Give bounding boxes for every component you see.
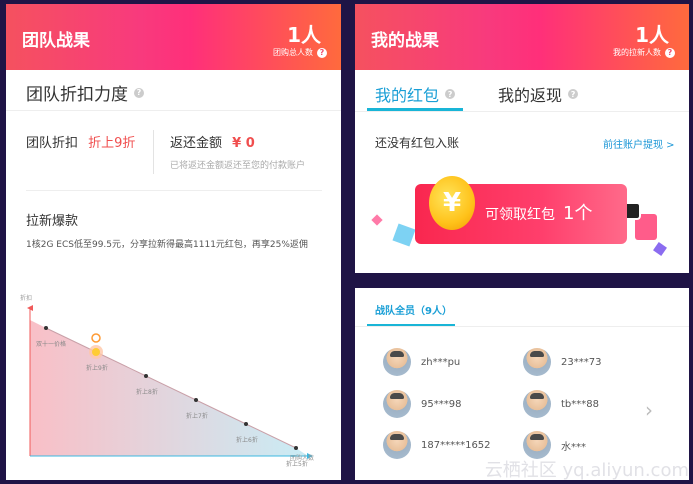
avatar [523,390,551,418]
data-label: 折上8折 [136,388,158,396]
my-count-label: 我的拉新人数 [613,48,661,57]
my-result-header: 我的战果 1人 我的拉新人数 ? [355,4,689,70]
member-name: 23***73 [561,356,602,368]
user-marker-icon [91,333,101,343]
divider [26,190,322,191]
team-result-title: 团队战果 [22,31,90,51]
divider [6,110,341,111]
vertical-divider [153,130,154,174]
data-label: 折上7折 [186,412,208,420]
avatar [383,348,411,376]
team-result-header: 团队战果 1人 团购总人数 ? [6,4,341,70]
y-axis-label: 折扣 [20,294,32,302]
current-point [92,348,100,356]
data-point [294,446,298,450]
coin-icon: ¥ [429,176,475,230]
refund-row: 返还金额 ¥ 0 [170,132,255,151]
team-count-label-row: 团购总人数 ? [273,47,327,58]
team-discount-row: 团队折扣 折上9折 [26,132,135,151]
confetti-shape [653,242,667,256]
data-point [144,374,148,378]
refund-label: 返还金额 [170,136,223,151]
avatar [523,348,551,376]
discount-chart: 折扣 团购人数 双十一价格 折上9折 折上8折 折上7折 折上6折 折上5折 [6,272,341,480]
team-count-label: 团购总人数 [273,48,313,57]
help-icon[interactable]: ? [317,47,327,58]
member-item: zh***pu [383,348,460,376]
member-name: 95***98 [421,398,462,410]
team-result-panel: 团队战果 1人 团购总人数 ? 团队折扣力度 ? 团队折扣 折上9折 返还金额 … [6,4,341,480]
refund-note: 已将返还金额返还至您的付款账户 [170,161,306,171]
member-name: 187*****1652 [421,439,491,451]
help-icon[interactable]: ? [568,89,579,99]
avatar [383,431,411,459]
claim-redpacket-count: 1个 [563,203,593,224]
team-discount-value: 折上9折 [88,136,136,151]
data-point [244,422,248,426]
tab-my-redpacket[interactable]: 我的红包 ? [375,82,456,106]
help-icon[interactable]: ? [665,47,675,58]
promo-text[interactable]: 1核2G ECS低至99.5元，分享拉新得最高1111元红包，再享25%返佣 [26,237,308,250]
member-name: zh***pu [421,356,461,368]
member-item: 水*** [523,431,586,459]
discount-section-title-text: 团队折扣力度 [26,85,128,105]
data-label: 折上6折 [236,436,258,444]
my-count: 1人 [635,23,669,47]
member-item: 95***98 [383,390,461,418]
member-item: tb***88 [523,390,599,418]
member-name: 水*** [561,441,586,453]
chevron-right-icon[interactable]: › [645,398,653,422]
divider [355,326,689,327]
my-count-label-row: 我的拉新人数 ? [613,47,675,58]
avatar [383,390,411,418]
empty-redpacket-text: 还没有红包入账 [375,136,460,150]
tab-my-cashback[interactable]: 我的返现 ? [498,82,579,106]
claim-redpacket-button[interactable]: ¥ 可领取红包 1个 [415,176,627,244]
member-item: 187*****1652 [383,431,491,459]
tab-my-redpacket-label: 我的红包 [375,86,440,105]
data-label: 折上9折 [86,364,108,372]
member-name: tb***88 [561,398,599,410]
discount-section-title: 团队折扣力度 ? [26,80,144,105]
watermark: 云栖社区 yq.aliyun.com [484,460,689,481]
help-icon[interactable]: ? [134,87,144,98]
help-icon[interactable]: ? [445,89,456,99]
avatar [523,431,551,459]
data-point [44,326,48,330]
team-count: 1人 [287,23,321,47]
refund-value: ¥ 0 [232,136,255,151]
confetti-shape [392,223,416,247]
divider [355,111,689,112]
team-discount-label: 团队折扣 [26,136,79,151]
team-members-panel: 战队全员（9人） zh***pu 23***73 95***98 tb***88… [355,288,689,480]
data-label: 双十一价格 [36,340,66,348]
my-result-title: 我的战果 [371,31,439,51]
withdraw-link[interactable]: 前往账户提现 > [603,136,675,151]
my-result-panel: 我的战果 1人 我的拉新人数 ? 我的红包 ? 我的返现 ? 还没有红包入账 前… [355,4,689,273]
data-point [194,398,198,402]
promo-title: 拉新爆款 [26,214,79,229]
tab-my-cashback-label: 我的返现 [498,86,563,105]
tab-team-members[interactable]: 战队全员（9人） [375,302,452,317]
discount-chart-svg: 折扣团购人数双十一价格折上9折折上8折折上7折折上6折折上5折 [20,294,314,468]
confetti-shape [371,214,383,226]
member-item: 23***73 [523,348,601,376]
claim-redpacket-label: 可领取红包 [485,207,555,223]
data-label: 折上5折 [286,460,308,468]
